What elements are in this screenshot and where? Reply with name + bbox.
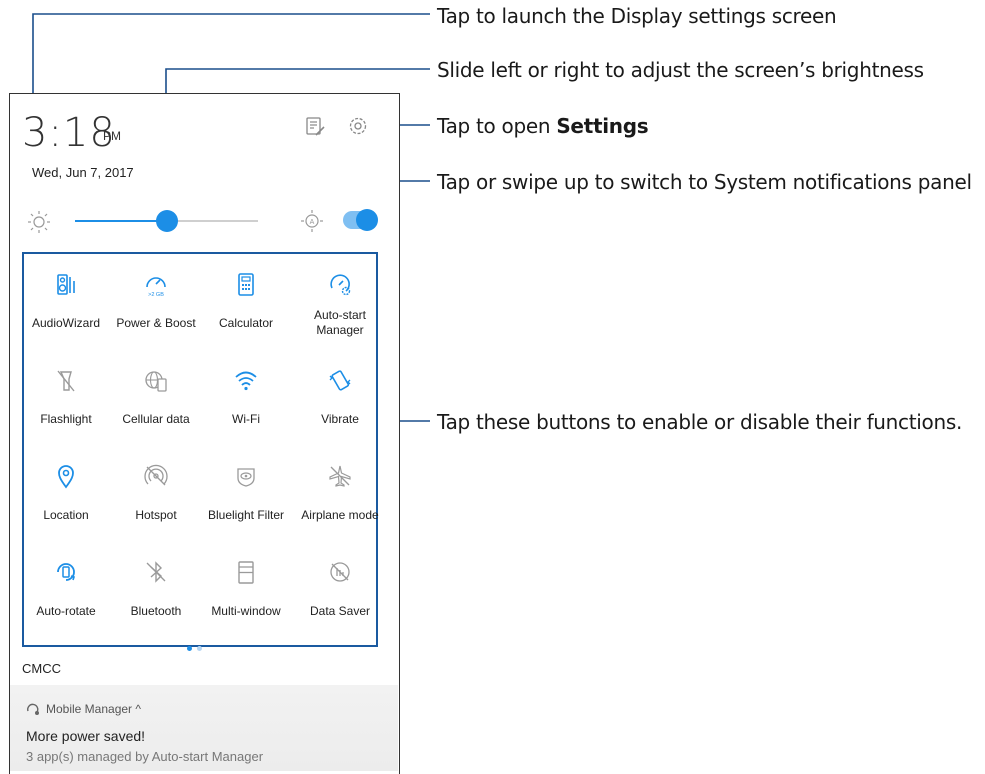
- tile-label: Hotspot: [135, 508, 177, 522]
- bluetooth-icon: [146, 561, 166, 583]
- airplane-icon: [329, 465, 351, 487]
- brightness-slider-fill: [75, 220, 167, 222]
- bluelight-filter-icon: [237, 468, 255, 487]
- callout-settings: Tap to open Settings: [437, 114, 649, 138]
- tile-label: Location: [43, 508, 89, 522]
- tile-label: Data Saver: [309, 604, 371, 618]
- callout-system-notifications: Tap or swipe up to switch to System noti…: [437, 170, 972, 194]
- calculator-icon: [238, 273, 254, 296]
- tile-label: Wi-Fi: [232, 412, 260, 426]
- data-saver-icon: [330, 562, 350, 582]
- date-label: Wed, Jun 7, 2017: [32, 165, 134, 180]
- mobile-manager-icon: [27, 703, 39, 715]
- auto-brightness-toggle-knob[interactable]: [356, 209, 378, 231]
- power-boost-icon: >2 GB: [146, 277, 166, 298]
- tile-label: Bluetooth: [130, 604, 182, 618]
- callout-display-settings: Tap to launch the Display settings scree…: [437, 4, 837, 28]
- location-icon: [58, 465, 74, 489]
- clock-ampm: PM: [103, 129, 121, 143]
- cellular-data-icon: [145, 371, 167, 392]
- carrier-label: CMCC: [22, 661, 61, 676]
- tile-label: Flashlight: [40, 412, 92, 426]
- tile-label: Auto-start Manager: [313, 308, 367, 337]
- brightness-sun-icon[interactable]: [27, 210, 51, 234]
- brightness-slider-thumb[interactable]: [155, 210, 178, 232]
- hotspot-icon: [144, 464, 168, 486]
- wifi-icon: [235, 371, 257, 391]
- callout-brightness: Slide left or right to adjust the screen…: [437, 58, 924, 82]
- gear-icon[interactable]: [346, 114, 370, 138]
- tile-label: Vibrate: [321, 412, 359, 426]
- clock-time[interactable]: 3:18: [22, 110, 116, 156]
- notification-app-row: Mobile Manager ^: [46, 702, 141, 716]
- page-indicator: [187, 646, 207, 652]
- callout-settings-prefix: Tap to open: [437, 114, 557, 138]
- tile-label: Multi-window: [211, 604, 281, 618]
- multiwindow-icon: [238, 561, 254, 584]
- autorotate-icon: [57, 563, 76, 581]
- tile-label: Auto-rotate: [36, 604, 96, 618]
- auto-brightness-icon[interactable]: A: [300, 209, 324, 233]
- chevron-up-icon[interactable]: ^: [132, 702, 141, 716]
- notification-body: 3 app(s) managed by Auto-start Manager: [26, 749, 264, 764]
- tile-label: Cellular data: [122, 412, 190, 426]
- tile-label: Bluelight Filter: [207, 508, 285, 522]
- svg-text:A: A: [310, 219, 315, 226]
- page-dot-active: [187, 646, 192, 651]
- tile-label: Airplane mode: [301, 508, 379, 522]
- tile-label: AudioWizard: [31, 316, 101, 330]
- page-dot: [197, 646, 202, 651]
- vibrate-icon: [329, 370, 351, 391]
- audiowizard-icon: [57, 274, 75, 295]
- notification-app-name: Mobile Manager: [46, 702, 133, 716]
- callout-quick-buttons: Tap these buttons to enable or disable t…: [437, 410, 963, 434]
- flashlight-icon: [57, 370, 75, 392]
- tile-label: Calculator: [218, 316, 274, 330]
- edit-notes-icon[interactable]: [304, 116, 326, 138]
- callout-settings-bold: Settings: [556, 114, 649, 138]
- svg-text:>2 GB: >2 GB: [148, 292, 164, 298]
- notification-title: More power saved!: [26, 728, 146, 744]
- tile-label: Power & Boost: [116, 316, 196, 330]
- autostart-manager-icon: [330, 274, 351, 296]
